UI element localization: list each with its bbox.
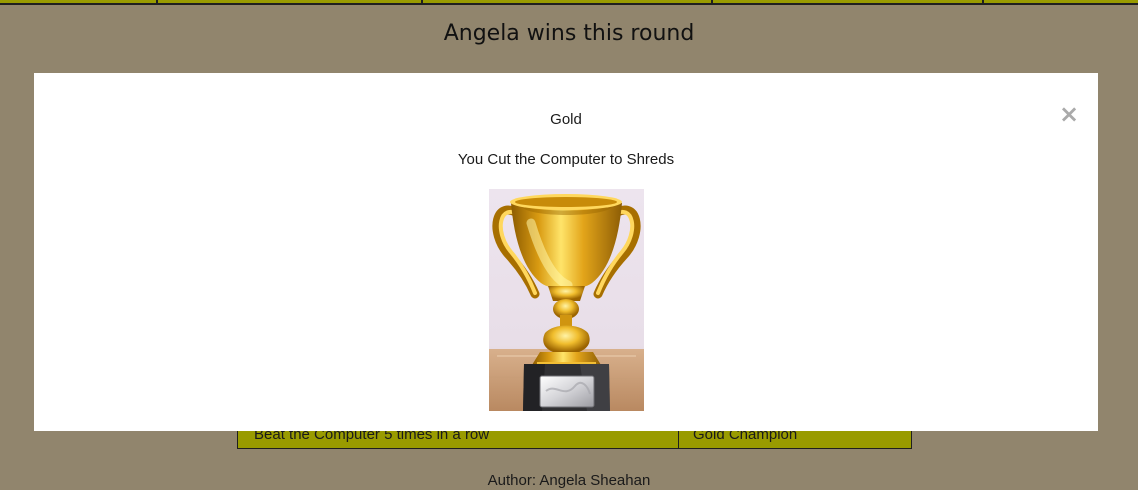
medal-title: Gold bbox=[550, 111, 582, 128]
medal-message: You Cut the Computer to Shreds bbox=[457, 151, 675, 168]
author-credit: Author: Angela Sheahan bbox=[487, 472, 651, 489]
game-page: Angela wins this round Beat the Computer… bbox=[0, 0, 1138, 490]
top-table-edge bbox=[0, 0, 1138, 5]
top-table-divider bbox=[711, 0, 713, 4]
top-table-divider bbox=[156, 0, 158, 4]
medal-modal: × Gold You Cut the Computer to Shreds bbox=[34, 73, 1098, 431]
top-table-divider bbox=[982, 0, 984, 4]
top-table-divider bbox=[421, 0, 423, 4]
gold-trophy-icon bbox=[489, 189, 644, 411]
round-result-heading: Angela wins this round bbox=[443, 21, 695, 46]
